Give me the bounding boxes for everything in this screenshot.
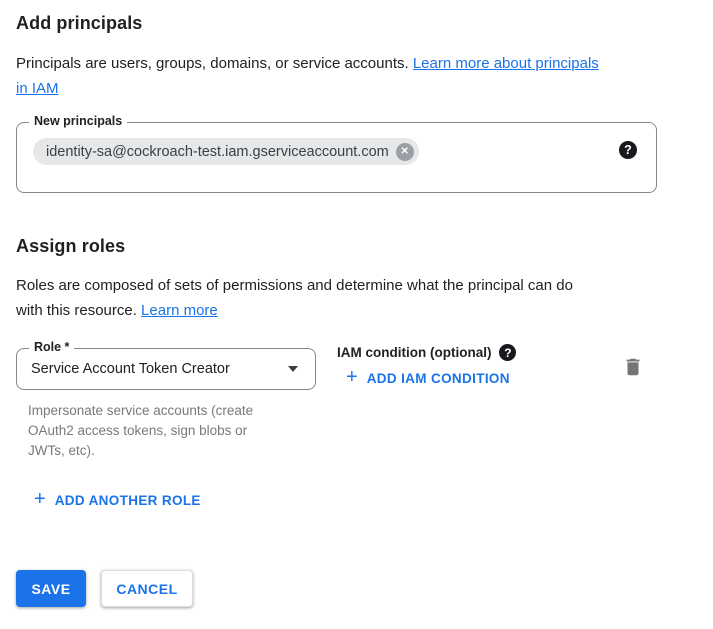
role-select[interactable]: Role * Service Account Token Creator bbox=[16, 348, 316, 390]
save-button[interactable]: SAVE bbox=[16, 570, 86, 607]
new-principals-input[interactable]: New principals identity-sa@cockroach-tes… bbox=[16, 122, 657, 193]
iam-condition-section: IAM condition (optional) ? bbox=[337, 344, 516, 361]
role-helper-line2: OAuth2 access tokens, sign blobs or bbox=[28, 421, 328, 441]
plus-icon: + bbox=[34, 489, 46, 509]
intro-text: Principals are users, groups, domains, o… bbox=[16, 51, 676, 101]
page-title: Add principals bbox=[16, 13, 142, 34]
principal-chip: identity-sa@cockroach-test.iam.gservicea… bbox=[33, 138, 419, 165]
iam-condition-label: IAM condition (optional) bbox=[337, 345, 491, 360]
learn-more-roles-link[interactable]: Learn more bbox=[141, 302, 218, 319]
role-helper-text: Impersonate service accounts (create OAu… bbox=[28, 401, 328, 461]
add-principals-panel: Add principals Principals are users, gro… bbox=[0, 0, 713, 629]
learn-more-principals-link[interactable]: Learn more about principals bbox=[413, 55, 599, 72]
new-principals-label: New principals bbox=[29, 114, 127, 128]
add-iam-condition-label: ADD IAM CONDITION bbox=[367, 371, 510, 386]
learn-more-principals-link-line2[interactable]: in IAM bbox=[16, 80, 59, 97]
principal-chip-text: identity-sa@cockroach-test.iam.gservicea… bbox=[46, 144, 389, 160]
add-another-role-button[interactable]: + ADD ANOTHER ROLE bbox=[34, 491, 201, 509]
delete-role-button[interactable] bbox=[619, 353, 647, 381]
assign-roles-title: Assign roles bbox=[16, 236, 125, 257]
add-iam-condition-button[interactable]: + ADD IAM CONDITION bbox=[346, 369, 510, 387]
role-helper-line1: Impersonate service accounts (create bbox=[28, 401, 328, 421]
trash-icon bbox=[622, 356, 644, 378]
cancel-button[interactable]: CANCEL bbox=[101, 570, 193, 607]
roles-desc-line2: with this resource. bbox=[16, 302, 141, 319]
help-icon[interactable]: ? bbox=[619, 141, 637, 159]
chip-remove-icon[interactable]: ✕ bbox=[396, 143, 414, 161]
action-buttons: SAVE CANCEL bbox=[16, 570, 193, 607]
add-another-role-label: ADD ANOTHER ROLE bbox=[55, 493, 201, 508]
assign-roles-description: Roles are composed of sets of permission… bbox=[16, 273, 676, 323]
intro-line1: Principals are users, groups, domains, o… bbox=[16, 55, 413, 72]
plus-icon: + bbox=[346, 367, 358, 387]
role-helper-line3: JWTs, etc). bbox=[28, 441, 328, 461]
role-selected-value: Service Account Token Creator bbox=[31, 349, 230, 389]
roles-desc-line1: Roles are composed of sets of permission… bbox=[16, 277, 573, 294]
help-icon[interactable]: ? bbox=[499, 344, 516, 361]
chevron-down-icon bbox=[288, 366, 298, 372]
